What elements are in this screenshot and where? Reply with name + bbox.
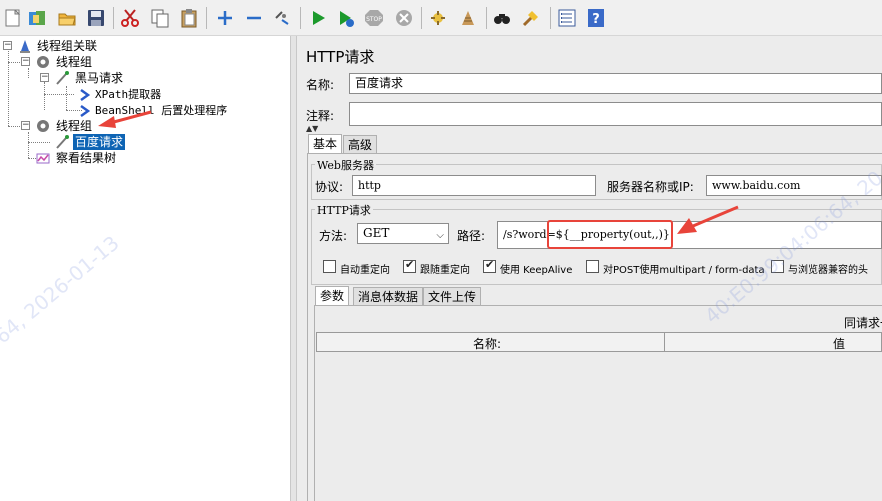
tab-files-upload[interactable]: 文件上传 [423,287,482,306]
multipart-label: 对POST使用multipart / form-data [603,265,765,276]
name-label: 名称: [306,78,335,92]
name-field[interactable]: 百度请求 [349,73,882,94]
tree-node-label: 察看结果树 [56,151,117,165]
follow-redirects-checkbox[interactable] [403,258,416,273]
tree-node-thread-group-2[interactable]: 线程组 [54,118,94,134]
keepalive-label: 使用 KeepAlive [500,265,573,276]
pipette-icon [54,134,70,150]
method-select[interactable]: GET ⌵ [357,223,449,244]
tree-node-xpath-extractor[interactable]: XPath提取器 [93,86,163,102]
tree-node-sampler-1[interactable]: 黑马请求 [73,70,125,86]
collapse-arrows[interactable]: ▲▼ [306,124,318,133]
parameters-table-body[interactable] [316,352,882,501]
server-field[interactable]: www.baidu.com [706,175,882,196]
toolbar: STOP ? [0,0,882,36]
tab-basic[interactable]: 基本 [308,134,343,153]
open-icon[interactable] [57,8,77,28]
auto-redirect-label: 自动重定向 [340,265,390,276]
parameters-table-header [316,332,882,352]
tree-node-thread-group-1[interactable]: 线程组 [54,54,94,70]
http-request-group-title: HTTP请求 [315,202,373,218]
follow-redirects-label: 跟随重定向 [420,265,470,276]
help-icon[interactable]: ? [586,8,606,28]
keepalive-checkbox[interactable] [483,258,496,273]
templates-icon[interactable] [27,8,47,28]
save-icon[interactable] [86,8,106,28]
collapse-icon[interactable] [244,8,264,28]
comment-label: 注释: [306,109,335,123]
paste-icon[interactable] [179,8,199,28]
start-icon[interactable] [308,8,328,28]
function-helper-icon[interactable] [557,8,577,28]
annotation-highlight [547,220,673,249]
method-label: 方法: [319,229,348,243]
web-server-title: Web服务器 [315,157,376,173]
sampler-1-expander[interactable]: − [40,73,49,82]
tree-node-label: 黑马请求 [75,71,124,85]
annotation-arrow-icon [96,108,154,130]
tree-node-label: 百度请求 [73,134,126,150]
tree-node-label: XPath提取器 [95,88,162,101]
thread-group-1-expander[interactable]: − [21,57,30,66]
server-label: 服务器名称或IP: [607,180,694,194]
annotation-arrow-icon [675,204,741,240]
tree-node-label: 线程组 [56,55,93,69]
browser-headers-checkbox[interactable] [771,260,784,273]
send-with-request-label: 同请求一 [844,316,882,330]
clear-icon[interactable] [428,8,448,28]
tab-advanced[interactable]: 高级 [343,135,378,154]
cut-icon[interactable] [120,8,140,28]
auto-redirect-checkbox[interactable] [323,260,336,273]
results-tree-icon [35,150,51,166]
column-value-header[interactable]: 值 [833,335,845,352]
tab-body-data[interactable]: 消息体数据 [353,287,424,306]
http-request-editor: HTTP请求 名称: 百度请求 注释: ▲▼ 基本 高级 Web服务器 协议: … [297,36,882,501]
tree-node-sampler-2[interactable]: 百度请求 [73,134,126,150]
editor-title: HTTP请求 [306,48,375,66]
browser-headers-label: 与浏览器兼容的头 [788,265,868,276]
tree-node-test-plan[interactable]: 线程组关联 [35,38,99,54]
thread-group-2-expander[interactable]: − [21,121,30,130]
method-select-value: GET [363,226,390,240]
new-icon[interactable] [3,8,23,28]
copy-icon[interactable] [150,8,170,28]
protocol-field[interactable]: http [352,175,596,196]
extractor-icon [77,87,93,103]
pipette-icon [54,70,70,86]
stop-icon[interactable]: STOP [364,8,384,28]
protocol-label: 协议: [315,180,344,194]
gear-icon [35,54,51,70]
test-plan-tree[interactable]: − 线程组关联 − 线程组 − 黑马请求 XPath提取器 BeanShell … [0,36,291,501]
tree-node-label: 线程组 [56,119,93,133]
post-processor-icon [77,103,93,119]
start-no-pause-icon[interactable] [336,8,356,28]
comment-field[interactable] [349,102,882,126]
tree-node-view-results-tree[interactable]: 察看结果树 [54,150,118,166]
expand-icon[interactable] [215,8,235,28]
reset-search-icon[interactable] [521,8,541,28]
svg-text:?: ? [592,12,600,27]
chevron-down-icon: ⌵ [436,230,444,241]
clear-all-icon[interactable] [458,8,478,28]
column-name-header[interactable]: 名称: [473,335,501,352]
root-expander[interactable]: − [3,41,12,50]
toggle-icon[interactable] [272,8,292,28]
shutdown-icon[interactable] [394,8,414,28]
tree-node-label: 线程组关联 [37,39,98,53]
search-icon[interactable] [492,8,512,28]
gear-icon [35,118,51,134]
multipart-checkbox[interactable] [586,260,599,273]
svg-text:STOP: STOP [366,16,382,23]
path-label: 路径: [457,229,486,243]
test-plan-icon [17,38,33,54]
tab-parameters[interactable]: 参数 [315,286,350,305]
